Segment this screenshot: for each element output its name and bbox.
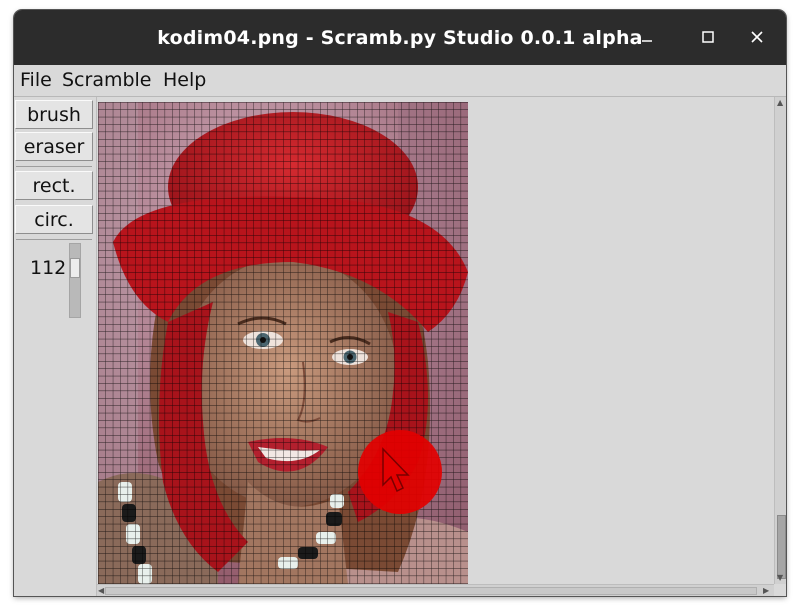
window-title: kodim04.png - Scramb.py Studio 0.0.1 alp… [157, 27, 643, 49]
image-canvas[interactable] [98, 102, 468, 584]
app-window: kodim04.png - Scramb.py Studio 0.0.1 alp… [14, 10, 786, 596]
brush-size-slider[interactable] [69, 243, 81, 318]
tool-separator [16, 239, 92, 240]
menu-file[interactable]: File [20, 69, 52, 91]
brush-size-slider-handle[interactable] [70, 258, 80, 278]
scroll-up-icon[interactable]: ▲ [777, 98, 783, 108]
title-bar[interactable]: kodim04.png - Scramb.py Studio 0.0.1 alp… [14, 10, 786, 65]
horizontal-scrollbar[interactable]: ◀ ▶ [97, 584, 774, 596]
brush-button[interactable]: brush [15, 100, 93, 129]
scroll-left-icon[interactable]: ◀ [98, 586, 104, 596]
close-icon [751, 31, 763, 43]
horizontal-scroll-thumb[interactable] [105, 587, 757, 595]
close-button[interactable] [740, 22, 774, 52]
portrait-image [98, 102, 468, 584]
menu-scramble[interactable]: Scramble [62, 69, 152, 91]
vertical-scrollbar[interactable]: ▲ ▼ [774, 97, 786, 584]
circ-button[interactable]: circ. [15, 205, 93, 234]
maximize-icon [702, 31, 714, 43]
minimize-icon [642, 40, 652, 42]
brush-size-value: 112 [30, 257, 67, 279]
minimize-button[interactable] [630, 22, 664, 52]
tool-panel: brush eraser rect. circ. 112 [14, 97, 97, 596]
menu-bar: File Scramble Help [14, 65, 786, 97]
menu-help[interactable]: Help [163, 69, 206, 91]
rect-button[interactable]: rect. [15, 171, 93, 200]
eraser-button[interactable]: eraser [15, 132, 93, 161]
tool-separator [16, 166, 92, 167]
scroll-right-icon[interactable]: ▶ [763, 586, 769, 596]
vertical-scroll-thumb[interactable] [777, 515, 786, 579]
maximize-button[interactable] [691, 22, 725, 52]
scroll-down-icon[interactable]: ▼ [777, 573, 783, 583]
